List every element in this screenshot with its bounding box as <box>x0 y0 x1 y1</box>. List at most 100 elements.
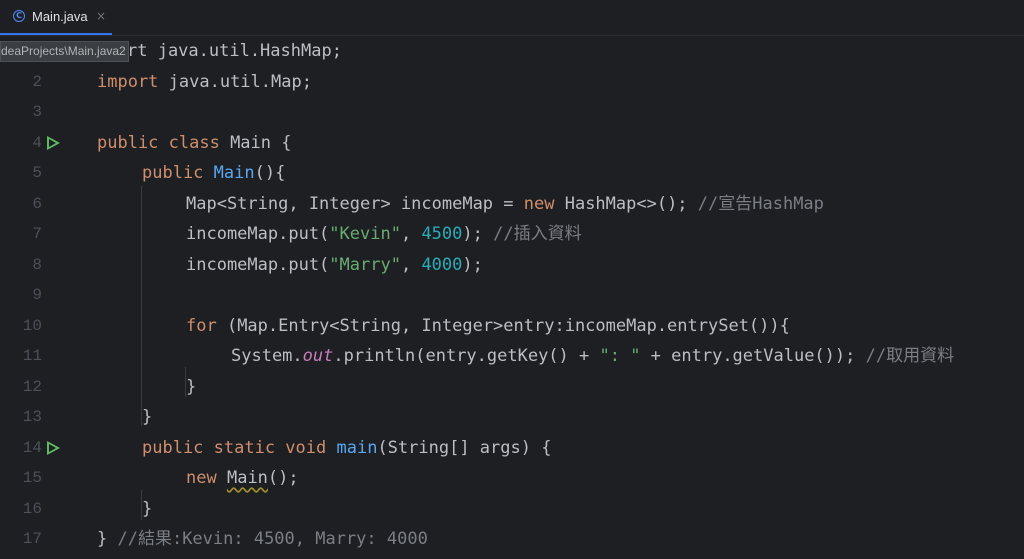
string-token: "Kevin" <box>329 224 401 244</box>
warning-token: Main <box>226 468 268 488</box>
code-token: .println(entry.getKey() + <box>333 346 600 366</box>
line-number: 10 <box>22 317 42 335</box>
code-editor[interactable]: 1 rt java.util.HashMap; 2 import java.ut… <box>0 36 1024 559</box>
code-text: incomeMap.put("Marry", 4000); <box>186 250 483 280</box>
line-number: 13 <box>22 408 42 426</box>
code-token: } <box>186 377 197 397</box>
code-token: (String[] args) { <box>377 438 552 458</box>
close-icon[interactable]: × <box>96 8 106 24</box>
code-text: import java.util.Map; <box>97 67 312 97</box>
keyword-token: public <box>142 163 204 183</box>
method-name-token: main <box>336 438 378 458</box>
code-text: } <box>142 402 152 432</box>
code-token: Map<String, Integer> incomeMap = <box>186 194 524 214</box>
path-tooltip: deaProjects\Main.java2 <box>0 41 129 62</box>
number-token: 4000 <box>421 255 463 275</box>
line-number: 9 <box>32 286 42 304</box>
code-token: (); <box>267 468 299 488</box>
line-number: 5 <box>32 164 42 182</box>
code-text: Map<String, Integer> incomeMap = new Has… <box>186 189 824 219</box>
code-token: ); <box>462 224 494 244</box>
tab-main-java[interactable]: C Main.java × <box>0 0 112 35</box>
code-token: , <box>400 255 422 275</box>
code-token: } <box>97 529 118 549</box>
code-line: 8 incomeMap.put("Marry", 4000); <box>0 250 1024 280</box>
code-token: + entry.getValue()); <box>640 346 866 366</box>
code-token: incomeMap.put( <box>186 224 330 244</box>
code-line: 2 import java.util.Map; <box>0 67 1024 97</box>
comment-token: //插入資料 <box>493 224 582 244</box>
code-text: new Main(); <box>186 463 299 493</box>
keyword-token: new <box>523 194 555 214</box>
code-line: 7 incomeMap.put("Kevin", 4500); //插入資料 <box>0 219 1024 249</box>
line-number: 2 <box>32 73 42 91</box>
code-token: (Map.Entry<String, Integer>entry:incomeM… <box>216 316 790 336</box>
string-token: ": " <box>599 346 641 366</box>
number-token: 4500 <box>421 224 463 244</box>
line-number: 8 <box>32 256 42 274</box>
code-text: public Main(){ <box>142 158 285 188</box>
code-token: incomeMap.put( <box>186 255 330 275</box>
code-token: } <box>142 499 153 519</box>
ide-window: C Main.java × deaProjects\Main.java2 1 r… <box>0 0 1024 559</box>
line-number: 3 <box>32 103 42 121</box>
code-text: for (Map.Entry<String, Integer>entry:inc… <box>186 311 790 341</box>
code-text: } <box>142 494 152 524</box>
editor-tab-bar: C Main.java × <box>0 0 1024 36</box>
code-text: } <box>186 372 196 402</box>
line-number: 14 <box>22 439 42 457</box>
tab-label: Main.java <box>32 9 88 24</box>
code-token: , <box>400 224 422 244</box>
line-number: 4 <box>32 134 42 152</box>
line-number: 12 <box>22 378 42 396</box>
code-line: 6 Map<String, Integer> incomeMap = new H… <box>0 189 1024 219</box>
line-number: 17 <box>22 530 42 548</box>
code-line: 5 public Main(){ <box>0 158 1024 188</box>
keyword-token: public class <box>97 133 220 153</box>
run-icon[interactable] <box>47 136 60 150</box>
keyword-token: new <box>186 468 217 488</box>
comment-token: //宣告HashMap <box>697 194 824 214</box>
code-text: incomeMap.put("Kevin", 4500); //插入資料 <box>186 219 582 249</box>
code-text: rt java.util.HashMap; <box>127 36 342 66</box>
code-line: 10 for (Map.Entry<String, Integer>entry:… <box>0 311 1024 341</box>
code-line: 13 } <box>0 402 1024 432</box>
code-text: public class Main { <box>97 128 291 158</box>
code-line: 1 rt java.util.HashMap; <box>0 36 1024 66</box>
code-token: java.util.Map; <box>158 72 312 92</box>
code-token: System. <box>231 346 303 366</box>
code-token: } <box>142 407 153 427</box>
keyword-token: public static void <box>142 438 327 458</box>
static-field-token: out <box>302 346 334 366</box>
code-line: 14 public static void main(String[] args… <box>0 433 1024 463</box>
code-text: System.out.println(entry.getKey() + ": "… <box>231 341 954 371</box>
line-number: 7 <box>32 225 42 243</box>
code-text: public static void main(String[] args) { <box>142 433 551 463</box>
comment-token: //取用資料 <box>865 346 955 366</box>
keyword-token: import <box>97 72 159 92</box>
java-class-icon: C <box>13 10 25 22</box>
code-token: HashMap<>(); <box>554 194 698 214</box>
run-icon[interactable] <box>47 441 60 455</box>
method-name-token: Main <box>213 163 255 183</box>
code-line: 17 } //結果:Kevin: 4500, Marry: 4000 <box>0 524 1024 554</box>
line-number: 16 <box>22 500 42 518</box>
line-number: 15 <box>22 469 42 487</box>
code-line: 4 public class Main { <box>0 128 1024 158</box>
keyword-token: for <box>186 316 217 336</box>
code-token: ); <box>462 255 483 275</box>
code-token: rt java.util.HashMap; <box>127 41 342 61</box>
string-token: "Marry" <box>329 255 401 275</box>
code-line: 15 new Main(); <box>0 463 1024 493</box>
code-line: 11 System.out.println(entry.getKey() + "… <box>0 341 1024 371</box>
code-line: 9 <box>0 280 1024 310</box>
line-number: 11 <box>22 347 42 365</box>
code-line: 3 <box>0 97 1024 127</box>
line-number: 6 <box>32 195 42 213</box>
code-line: 16 } <box>0 494 1024 524</box>
code-line: 12 } <box>0 372 1024 402</box>
code-token: (){ <box>254 163 286 183</box>
code-text: } //結果:Kevin: 4500, Marry: 4000 <box>97 524 428 554</box>
code-token: Main { <box>219 133 292 153</box>
comment-token: //結果:Kevin: 4500, Marry: 4000 <box>117 529 428 549</box>
